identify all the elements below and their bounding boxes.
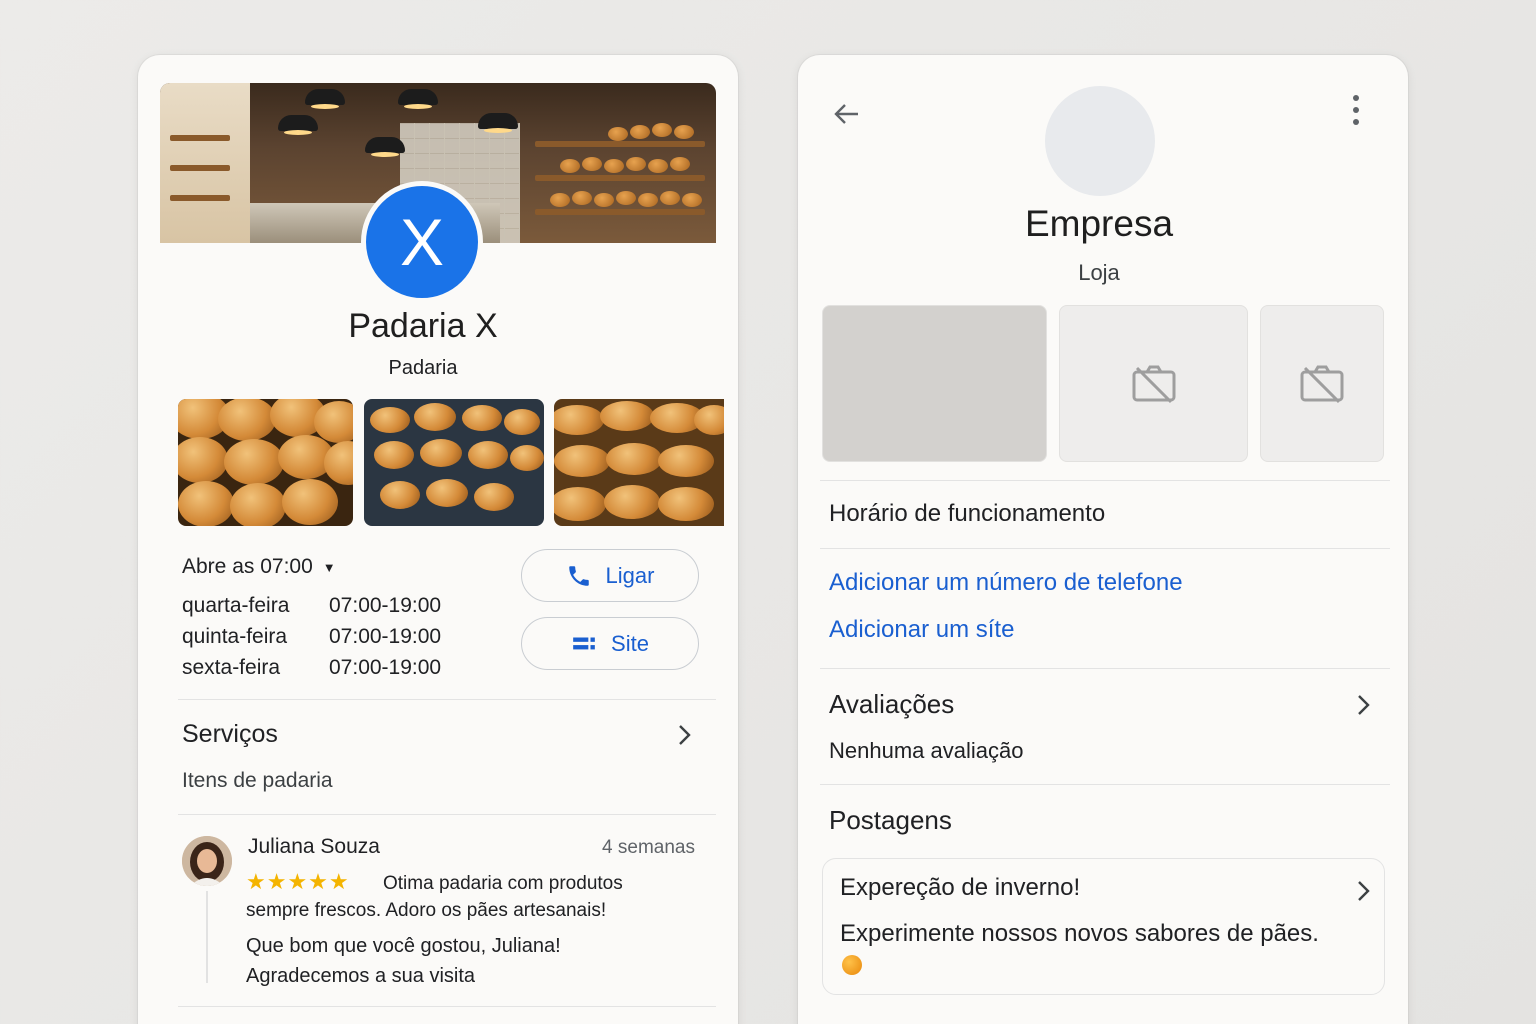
business-profile-screen-empresa: Empresa Loja Horário de funcionamento Ad… [798, 55, 1408, 1024]
business-profile-screen-padaria: X Padaria X Padaria Abre as 07:00 ▼ quar… [138, 55, 738, 1024]
hours-row: quinta-feira 07:00-19:00 [182, 625, 441, 649]
business-name: Padaria X [348, 307, 498, 345]
reviewer-avatar[interactable] [182, 836, 232, 886]
divider [820, 668, 1390, 669]
review-text-line-1: Otima padaria com produtos [383, 873, 623, 894]
hours-day: quinta-feira [182, 625, 288, 648]
post-title: Expereção de inverno! [840, 874, 1081, 901]
hours-row: quarta-feira 07:00-19:00 [182, 594, 441, 618]
reviewer-name[interactable]: Juliana Souza [248, 835, 380, 859]
hours-toggle-label: Abre as 07:00 [182, 555, 313, 578]
owner-reply-line-2: Agradecemos a sua visita [246, 965, 476, 987]
chevron-right-icon[interactable] [1354, 878, 1372, 904]
profile-photo-placeholder[interactable] [1045, 86, 1155, 196]
call-button[interactable]: Ligar [521, 549, 699, 602]
business-avatar: X [361, 181, 483, 303]
hours-row: sexta-feira 07:00-19:00 [182, 656, 441, 680]
hours-time: 07:00-19:00 [329, 625, 442, 648]
photo-placeholder-2[interactable] [1059, 305, 1248, 462]
review-time: 4 semanas [602, 837, 695, 858]
reviews-title: Avaliações [829, 689, 955, 719]
star-rating: ★★★★★ [246, 869, 350, 894]
more-options-icon[interactable] [1351, 95, 1361, 127]
chevron-right-icon [1358, 695, 1370, 715]
reviews-subtitle: Nenhuma avaliação [829, 738, 1024, 763]
business-category: Padaria [388, 357, 458, 379]
divider [178, 699, 716, 700]
business-category: Loja [1078, 260, 1120, 285]
photo-placeholder-1[interactable] [822, 305, 1047, 462]
divider [178, 814, 716, 815]
posts-title: Postagens [829, 805, 952, 835]
no-image-icon [1300, 365, 1344, 403]
divider [820, 548, 1390, 549]
website-icon [573, 637, 595, 649]
divider [178, 1006, 716, 1007]
no-image-icon [1132, 365, 1175, 403]
services-subtitle: Itens de padaria [182, 769, 333, 792]
gallery-photo-3[interactable] [554, 399, 724, 526]
add-phone-link[interactable]: Adicionar um número de telefone [829, 569, 1183, 597]
reviewer-photo [182, 836, 232, 886]
photo-placeholder-3[interactable] [1260, 305, 1384, 462]
services-title: Serviços [182, 720, 278, 748]
gallery-photo-1[interactable] [178, 399, 353, 526]
hours-time: 07:00-19:00 [329, 656, 442, 679]
chevron-right-icon [679, 725, 691, 745]
add-site-link[interactable]: Adicionar um síte [829, 616, 1014, 644]
phone-icon [568, 565, 589, 586]
divider [820, 784, 1390, 785]
hours-day: quarta-feira [182, 594, 290, 617]
back-arrow-icon[interactable] [831, 99, 861, 129]
orange-emoji-icon [842, 955, 862, 975]
reply-thread-line [206, 891, 208, 983]
hours-day: sexta-feira [182, 656, 281, 679]
hours-toggle[interactable]: Abre as 07:00 ▼ [182, 555, 336, 579]
caret-down-icon: ▼ [322, 559, 336, 575]
hours-time: 07:00-19:00 [329, 594, 442, 617]
divider [820, 480, 1390, 481]
post-body: Experimente nossos novos sabores de pães… [840, 920, 1319, 947]
business-name: Empresa [1024, 203, 1174, 244]
website-button[interactable]: Site [521, 617, 699, 670]
hours-title[interactable]: Horário de funcionamento [829, 500, 1105, 528]
review-text-line-2: sempre frescos. Adoro os pães artesanais… [246, 900, 607, 921]
website-button-label: Site [611, 630, 649, 656]
gallery-photo-2[interactable] [364, 399, 544, 526]
call-button-label: Ligar [605, 562, 655, 588]
owner-reply-line-1: Que bom que você gostou, Juliana! [246, 935, 561, 957]
